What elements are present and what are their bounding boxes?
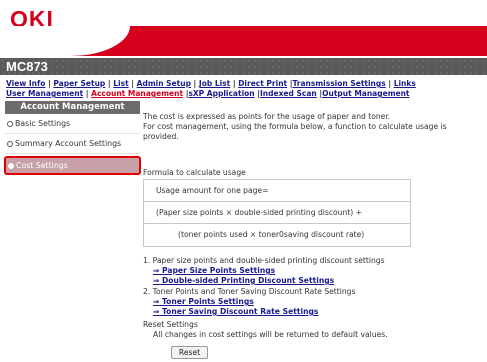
- sidebar-title: Account Management: [5, 101, 140, 114]
- intro-line-2: For cost management, using the formula b…: [143, 122, 447, 131]
- nav-direct-print[interactable]: Direct Print: [238, 79, 287, 88]
- nav-output-management[interactable]: Output Management: [322, 89, 409, 98]
- nav-job-list[interactable]: Job List: [199, 79, 230, 88]
- sidebar-item-cost-settings[interactable]: Cost Settings: [4, 156, 141, 175]
- brand-band: [0, 26, 487, 56]
- reset-settings-description: All changes in cost settings will be ret…: [153, 330, 388, 339]
- nav-view-info[interactable]: View Info: [6, 79, 45, 88]
- section-1-title: 1. Paper size points and double-sided pr…: [143, 256, 385, 265]
- intro-line-3: provided.: [143, 132, 179, 141]
- sidebar-item-label: Basic Settings: [15, 119, 71, 128]
- header: OKI: [0, 0, 487, 58]
- sidebar-item-summary-account-settings[interactable]: Summary Account Settings: [5, 134, 140, 154]
- section-2-title: 2. Toner Points and Toner Saving Discoun…: [143, 287, 356, 296]
- nav-sxp-application[interactable]: sXP Application: [188, 89, 254, 98]
- radio-icon: [7, 121, 13, 127]
- sidebar: Account Management Basic Settings Summar…: [4, 101, 141, 175]
- nav-user-management[interactable]: User Management: [6, 89, 83, 98]
- reset-settings-title: Reset Settings: [143, 320, 198, 329]
- nav-indexed-scan[interactable]: Indexed Scan: [260, 89, 317, 98]
- top-nav-row-1: View Info | Paper Setup | List | Admin S…: [6, 79, 416, 88]
- formula-row: (Paper size points × double-sided printi…: [144, 202, 410, 224]
- sidebar-item-label: Summary Account Settings: [15, 139, 122, 148]
- nav-links[interactable]: Links: [394, 79, 416, 88]
- nav-admin-setup[interactable]: Admin Setup: [137, 79, 191, 88]
- model-name: MC873: [6, 59, 48, 74]
- toner-saving-discount-link[interactable]: ⇒ Toner Saving Discount Rate Settings: [153, 307, 318, 317]
- paper-size-points-link[interactable]: ⇒ Paper Size Points Settings: [153, 266, 275, 276]
- formula-row: Usage amount for one page=: [144, 180, 410, 202]
- formula-label: Formula to calculate usage: [143, 168, 246, 177]
- radio-selected-icon: [8, 163, 14, 169]
- radio-icon: [7, 141, 13, 147]
- reset-button[interactable]: Reset: [171, 346, 208, 359]
- nav-paper-setup[interactable]: Paper Setup: [53, 79, 105, 88]
- nav-list[interactable]: List: [113, 79, 128, 88]
- sidebar-item-label: Cost Settings: [16, 161, 68, 170]
- sidebar-item-basic-settings[interactable]: Basic Settings: [5, 114, 140, 134]
- toner-points-link[interactable]: ⇒ Toner Points Settings: [153, 297, 254, 307]
- nav-account-management[interactable]: Account Management: [91, 89, 183, 98]
- double-sided-discount-link[interactable]: ⇒ Double-sided Printing Discount Setting…: [153, 276, 334, 286]
- top-nav-row-2: User Management | Account Management |sX…: [6, 89, 410, 98]
- formula-row: (toner points used × toner0saving discou…: [178, 230, 365, 239]
- intro-line-1: The cost is expressed as points for the …: [143, 112, 391, 121]
- nav-transmission-settings[interactable]: Transmission Settings: [292, 79, 385, 88]
- formula-table: Usage amount for one page= (Paper size p…: [143, 179, 411, 247]
- model-bar: MC873: [0, 58, 487, 75]
